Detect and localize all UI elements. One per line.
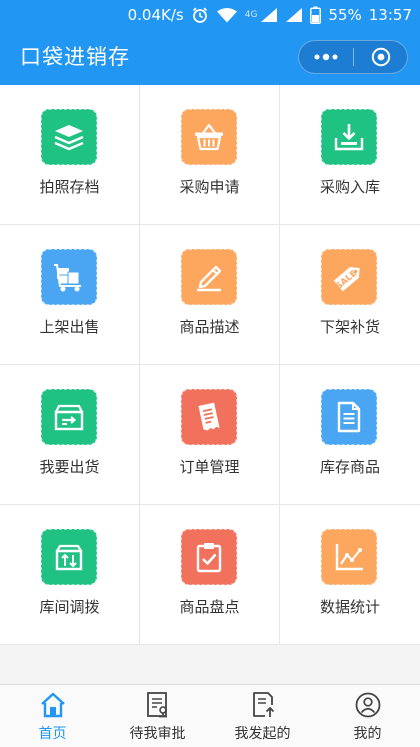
target-close-icon (371, 47, 391, 67)
grid-item-warehouse-transfer[interactable]: 库间调拨 (0, 505, 140, 645)
tile-photo-archive (41, 109, 97, 165)
more-button[interactable] (299, 41, 353, 73)
approval-doc-icon (147, 692, 167, 718)
cart-boxes-icon (54, 264, 81, 292)
grid-item-inventory-products[interactable]: 库存商品 (280, 365, 420, 505)
grid-item-photo-archive[interactable]: 拍照存档 (0, 85, 140, 225)
tile-shelve-sale (41, 249, 97, 305)
receipt-icon (198, 402, 220, 431)
basket-icon (195, 123, 223, 151)
grid-item-label: 上架出售 (39, 318, 100, 336)
battery-level: 55% (328, 6, 362, 24)
grid-item-ship-out[interactable]: 我要出货 (0, 365, 140, 505)
grid-item-label: 商品描述 (179, 318, 240, 336)
close-button[interactable] (354, 41, 408, 73)
tile-purchase-inbound (321, 109, 377, 165)
grid-item-label: 订单管理 (179, 458, 240, 476)
tab-my-initiated[interactable]: 我发起的 (210, 685, 315, 747)
status-bar: 0.04K/s 4G 55% 13:57 (0, 0, 420, 30)
tile-product-description (181, 249, 237, 305)
signal-icon (260, 7, 278, 23)
grid-item-label: 拍照存档 (39, 178, 100, 196)
bottom-tab-bar: 首页 待我审批 我发起的 我的 (0, 684, 420, 747)
tile-unshelve-restock: SALE (321, 249, 377, 305)
tab-label: 待我审批 (129, 726, 186, 742)
tab-home[interactable]: 首页 (0, 685, 105, 747)
app-bar: 口袋进销存 (0, 30, 420, 85)
mini-program-capsule (298, 40, 408, 74)
grid-item-label: 库间调拨 (39, 598, 100, 616)
function-grid: 拍照存档 采购申请 采购入库 上架出售 商品描述 SALE 下架补货 我要出货 … (0, 85, 420, 645)
tab-label: 首页 (38, 726, 67, 742)
home-icon (41, 692, 65, 718)
tile-stocktaking (181, 529, 237, 585)
grid-item-label: 下架补货 (319, 318, 380, 336)
grid-item-label: 我要出货 (39, 458, 100, 476)
grid-item-purchase-inbound[interactable]: 采购入库 (280, 85, 420, 225)
tab-pending-approval[interactable]: 待我审批 (105, 685, 210, 747)
app-title: 口袋进销存 (20, 45, 130, 69)
network-speed: 0.04K/s (127, 6, 184, 24)
grid-item-purchase-request[interactable]: 采购申请 (140, 85, 280, 225)
tile-ship-out (41, 389, 97, 445)
wifi-icon (216, 7, 238, 23)
user-circle-icon (355, 692, 381, 718)
grid-item-label: 采购入库 (319, 178, 380, 196)
clock: 13:57 (368, 6, 412, 24)
battery-icon (310, 6, 322, 24)
signal-icon-2 (285, 7, 303, 23)
grid-item-order-management[interactable]: 订单管理 (140, 365, 280, 505)
grid-item-label: 数据统计 (319, 598, 380, 616)
network-type: 4G (244, 10, 258, 20)
transfer-box-icon (55, 544, 83, 571)
grid-item-unshelve-restock[interactable]: SALE 下架补货 (280, 225, 420, 365)
more-dots-icon (314, 53, 338, 61)
stack-layers-icon (54, 125, 84, 151)
sent-doc-icon (253, 692, 275, 717)
inbox-download-icon (334, 124, 364, 151)
tile-statistics (321, 529, 377, 585)
clipboard-check-icon (196, 543, 222, 573)
grid-item-label: 库存商品 (319, 458, 380, 476)
tile-inventory-products (321, 389, 377, 445)
document-list-icon (337, 401, 361, 433)
tile-warehouse-transfer (41, 529, 97, 585)
grid-item-shelve-sale[interactable]: 上架出售 (0, 225, 140, 365)
sale-tag-icon: SALE (333, 267, 360, 292)
grid-item-product-description[interactable]: 商品描述 (140, 225, 280, 365)
grid-item-label: 商品盘点 (179, 598, 240, 616)
tab-label: 我的 (353, 726, 382, 742)
pencil-icon (197, 265, 222, 292)
tab-label: 我发起的 (234, 726, 291, 742)
tile-purchase-request (181, 109, 237, 165)
alarm-icon (191, 6, 209, 24)
grid-item-statistics[interactable]: 数据统计 (280, 505, 420, 645)
outbox-icon (54, 404, 84, 431)
line-chart-icon (335, 544, 363, 571)
tab-mine[interactable]: 我的 (315, 685, 420, 747)
grid-item-label: 采购申请 (179, 178, 240, 196)
grid-item-stocktaking[interactable]: 商品盘点 (140, 505, 280, 645)
tile-order-management (181, 389, 237, 445)
